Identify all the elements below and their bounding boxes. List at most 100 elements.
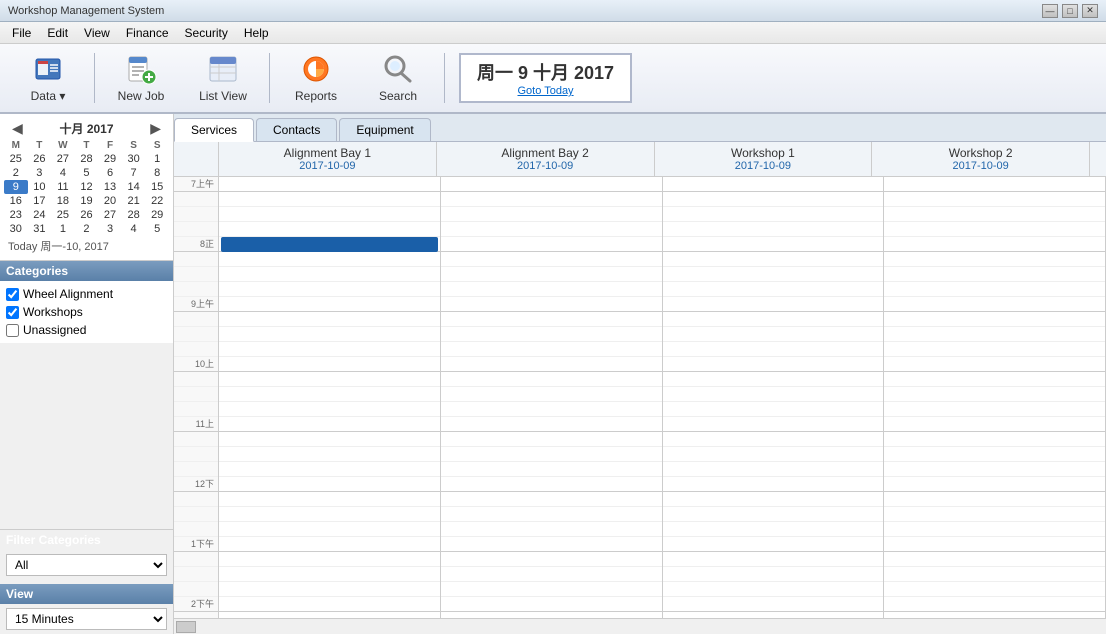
schedule-body[interactable]: 7上午8正9上午10上11上12下1下午2下午	[174, 177, 1106, 618]
schedule-slot[interactable]	[219, 537, 440, 552]
schedule-slot[interactable]	[663, 402, 884, 417]
schedule-slot[interactable]	[219, 612, 440, 618]
calendar-day[interactable]: 3	[28, 166, 52, 180]
schedule-slot[interactable]	[884, 222, 1105, 237]
schedule-slot[interactable]	[663, 372, 884, 387]
schedule-slot[interactable]	[219, 492, 440, 507]
schedule-slot[interactable]	[884, 342, 1105, 357]
calendar-day[interactable]: 28	[75, 152, 99, 166]
calendar-day[interactable]: 4	[51, 166, 75, 180]
schedule-slot[interactable]	[663, 492, 884, 507]
calendar-day[interactable]: 22	[145, 194, 169, 208]
schedule-slot[interactable]	[441, 597, 662, 612]
goto-today-link[interactable]: Goto Today	[477, 85, 614, 97]
calendar-day[interactable]: 31	[28, 222, 52, 236]
schedule-slot[interactable]	[884, 507, 1105, 522]
schedule-slot[interactable]	[441, 567, 662, 582]
schedule-slot[interactable]	[884, 417, 1105, 432]
schedule-slot[interactable]	[884, 327, 1105, 342]
calendar-day[interactable]: 25	[4, 152, 28, 166]
schedule-slot[interactable]	[441, 327, 662, 342]
schedule-slot[interactable]	[884, 597, 1105, 612]
schedule-slot[interactable]	[884, 522, 1105, 537]
schedule-slot[interactable]	[441, 402, 662, 417]
calendar-day[interactable]: 27	[98, 208, 122, 222]
reports-button[interactable]: Reports	[276, 49, 356, 107]
schedule-slot[interactable]	[441, 537, 662, 552]
schedule-slot[interactable]	[441, 582, 662, 597]
new-job-button[interactable]: New Job	[101, 49, 181, 107]
schedule-slot[interactable]	[441, 447, 662, 462]
schedule-slot[interactable]	[219, 462, 440, 477]
calendar-day[interactable]: 1	[51, 222, 75, 236]
calendar-day[interactable]: 21	[122, 194, 146, 208]
schedule-slot[interactable]	[663, 207, 884, 222]
schedule-slot[interactable]	[441, 312, 662, 327]
schedule-slot[interactable]	[663, 522, 884, 537]
schedule-slot[interactable]	[441, 387, 662, 402]
schedule-slot[interactable]	[441, 252, 662, 267]
maximize-button[interactable]: □	[1062, 4, 1078, 18]
schedule-slot[interactable]	[663, 282, 884, 297]
view-dropdown[interactable]: 5 Minutes 10 Minutes 15 Minutes 30 Minut…	[6, 608, 167, 630]
menu-finance[interactable]: Finance	[118, 24, 177, 42]
tab-equipment[interactable]: Equipment	[339, 118, 430, 141]
calendar-day[interactable]: 29	[98, 152, 122, 166]
schedule-slot[interactable]	[441, 372, 662, 387]
schedule-slot[interactable]	[884, 312, 1105, 327]
schedule-slot[interactable]	[441, 177, 662, 192]
schedule-slot[interactable]	[884, 567, 1105, 582]
calendar-day[interactable]: 14	[122, 180, 146, 194]
calendar-day[interactable]: 16	[4, 194, 28, 208]
schedule-slot[interactable]	[441, 432, 662, 447]
category-checkbox[interactable]	[6, 324, 19, 337]
schedule-slot[interactable]	[219, 222, 440, 237]
schedule-slot[interactable]	[663, 582, 884, 597]
schedule-slot[interactable]	[219, 282, 440, 297]
calendar-day[interactable]: 18	[51, 194, 75, 208]
schedule-slot[interactable]	[219, 207, 440, 222]
calendar-day[interactable]: 17	[28, 194, 52, 208]
calendar-day[interactable]: 2	[75, 222, 99, 236]
schedule-slot[interactable]	[219, 447, 440, 462]
schedule-slot[interactable]	[663, 447, 884, 462]
schedule-slot[interactable]	[663, 537, 884, 552]
schedule-slot[interactable]	[663, 387, 884, 402]
schedule-slot[interactable]	[884, 447, 1105, 462]
menu-help[interactable]: Help	[236, 24, 277, 42]
calendar-day[interactable]: 20	[98, 194, 122, 208]
schedule-slot[interactable]	[663, 567, 884, 582]
calendar-day[interactable]: 24	[28, 208, 52, 222]
calendar-day[interactable]: 23	[4, 208, 28, 222]
scroll-thumb[interactable]	[176, 621, 196, 633]
calendar-day[interactable]: 8	[145, 166, 169, 180]
schedule-slot[interactable]	[663, 297, 884, 312]
schedule-slot[interactable]	[884, 477, 1105, 492]
calendar-day[interactable]: 28	[122, 208, 146, 222]
calendar-day[interactable]: 29	[145, 208, 169, 222]
data-button[interactable]: Data ▾	[8, 49, 88, 107]
schedule-slot[interactable]	[219, 192, 440, 207]
schedule-slot[interactable]	[884, 402, 1105, 417]
schedule-slot[interactable]	[663, 462, 884, 477]
schedule-slot[interactable]	[441, 282, 662, 297]
schedule-slot[interactable]	[663, 432, 884, 447]
schedule-slot[interactable]	[663, 222, 884, 237]
schedule-slot[interactable]	[884, 252, 1105, 267]
menu-view[interactable]: View	[76, 24, 118, 42]
schedule-slot[interactable]	[884, 582, 1105, 597]
schedule-slot[interactable]	[663, 252, 884, 267]
menu-security[interactable]: Security	[177, 24, 236, 42]
calendar-day[interactable]: 5	[145, 222, 169, 236]
calendar-day[interactable]: 6	[98, 166, 122, 180]
schedule-slot[interactable]	[441, 462, 662, 477]
schedule-slot[interactable]	[663, 312, 884, 327]
search-button[interactable]: Search	[358, 49, 438, 107]
schedule-slot[interactable]	[663, 507, 884, 522]
schedule-slot[interactable]	[884, 282, 1105, 297]
schedule-slot[interactable]	[884, 297, 1105, 312]
schedule-slot[interactable]	[884, 372, 1105, 387]
schedule-slot[interactable]	[219, 567, 440, 582]
schedule-slot[interactable]	[884, 267, 1105, 282]
schedule-slot[interactable]	[441, 342, 662, 357]
